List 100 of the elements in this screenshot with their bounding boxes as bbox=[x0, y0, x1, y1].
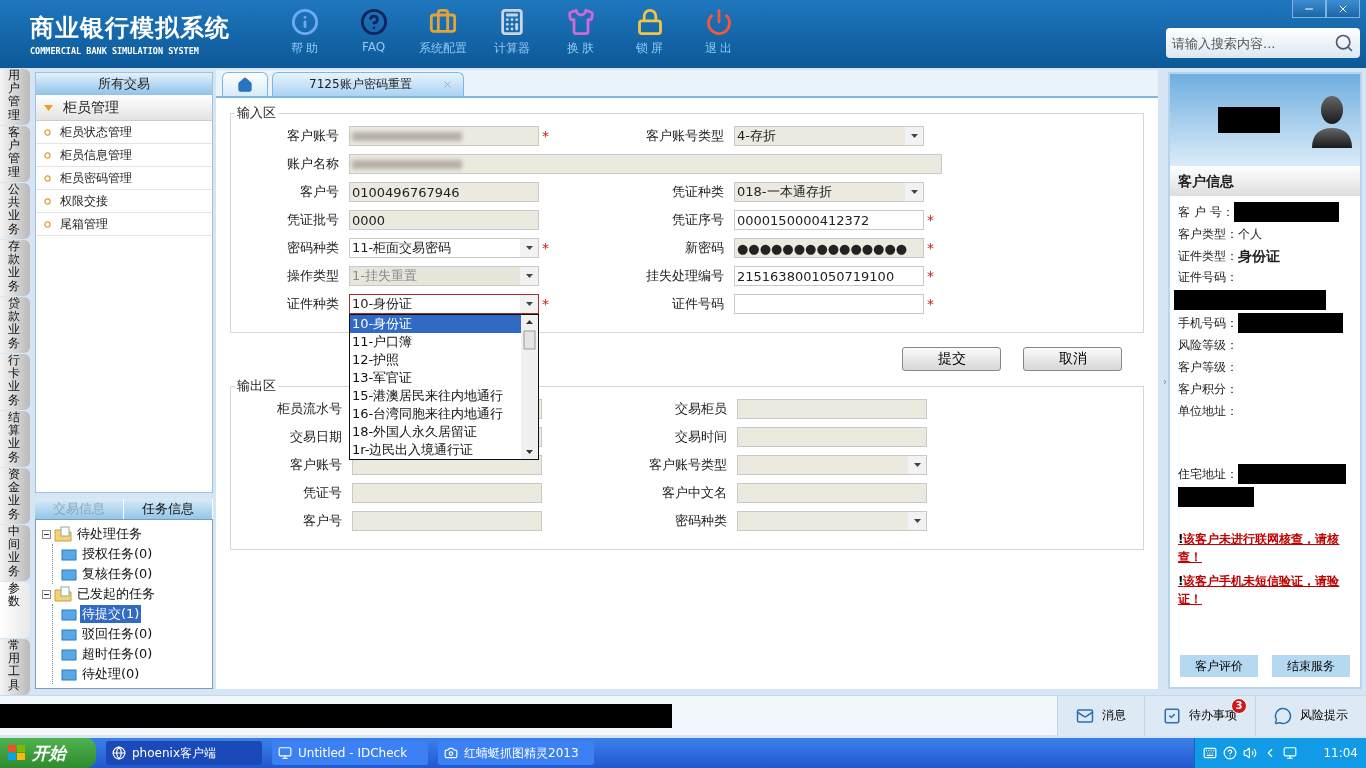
panel-tab[interactable]: 任务信息 bbox=[124, 499, 213, 519]
text-field[interactable] bbox=[352, 483, 542, 503]
text-field[interactable] bbox=[349, 126, 539, 146]
side-tab[interactable]: 公共业务 bbox=[0, 183, 30, 239]
field-label: 证件种类 bbox=[286, 295, 340, 313]
home-icon bbox=[237, 76, 253, 93]
search-icon[interactable] bbox=[1334, 33, 1354, 53]
home-tab[interactable] bbox=[222, 72, 268, 96]
document-tab[interactable]: 7125账户密码重置 bbox=[272, 72, 464, 96]
keyboard-icon[interactable] bbox=[1203, 746, 1217, 760]
text-field[interactable]: 0100496767946 bbox=[349, 182, 539, 202]
dropdown-field[interactable] bbox=[737, 455, 927, 475]
monitor-icon[interactable] bbox=[1283, 746, 1297, 760]
menu-item[interactable]: 柜员密码管理 bbox=[36, 167, 212, 190]
checkbox-icon bbox=[1163, 706, 1181, 725]
text-field[interactable]: 0000 bbox=[349, 210, 539, 230]
side-tab[interactable]: 贷款业务 bbox=[0, 297, 30, 353]
toolbar-button[interactable]: 系统配置 bbox=[408, 8, 477, 62]
scrollbar[interactable] bbox=[521, 315, 538, 459]
tree-item[interactable]: 超时任务(0) bbox=[80, 645, 155, 663]
text-field[interactable] bbox=[734, 294, 924, 314]
customer-button[interactable]: 客户评价 bbox=[1180, 655, 1258, 677]
search-field[interactable]: 请输入搜索内容... bbox=[1166, 28, 1360, 58]
tree-item[interactable]: 待处理(0) bbox=[80, 665, 142, 683]
text-field[interactable]: 2151638001050719100 bbox=[734, 266, 924, 286]
side-tab[interactable]: 参数 bbox=[0, 582, 30, 638]
close-icon[interactable] bbox=[441, 79, 453, 90]
dropdown-field[interactable]: 018-一本通存折 bbox=[734, 182, 924, 202]
menu-item[interactable]: 权限交接 bbox=[36, 190, 212, 213]
info-label: 证件类型： bbox=[1178, 248, 1238, 265]
side-tab[interactable]: 行卡业务 bbox=[0, 354, 30, 410]
dropdown-option[interactable]: 10-身份证 bbox=[350, 315, 521, 333]
side-tab[interactable]: 资金业务 bbox=[0, 468, 30, 524]
tree-item[interactable]: 待处理任务 bbox=[75, 525, 144, 543]
warning-link[interactable]: !该客户未进行联网核查，请核查！ bbox=[1178, 530, 1352, 566]
tree-item[interactable]: 复核任务(0) bbox=[80, 565, 155, 583]
taskbar-button[interactable]: phoenix客户端 bbox=[106, 741, 262, 765]
dropdown-field[interactable]: 11-柜面交易密码 bbox=[349, 238, 539, 258]
tree-item[interactable]: 驳回任务(0) bbox=[80, 625, 155, 643]
side-tab[interactable]: 存款业务 bbox=[0, 240, 30, 296]
toolbar-button[interactable]: 退 出 bbox=[684, 8, 753, 62]
toolbar-button[interactable]: FAQ bbox=[339, 8, 408, 62]
taskbar-button[interactable]: Untitled - IDCheck bbox=[272, 741, 428, 765]
field-label: 客户账号 bbox=[289, 456, 343, 474]
toolbar-button[interactable]: 锁 屏 bbox=[615, 8, 684, 62]
collapse-icon[interactable] bbox=[42, 589, 51, 599]
scroll-thumb[interactable] bbox=[521, 329, 538, 351]
menu-group[interactable]: 柜员管理 bbox=[36, 95, 212, 121]
status-button[interactable]: 消息 bbox=[1057, 695, 1144, 736]
required-mark: * bbox=[541, 128, 549, 144]
side-tab[interactable]: 常用工具 bbox=[0, 639, 30, 695]
warning-link[interactable]: !该客户手机未短信验证，请验证！ bbox=[1178, 572, 1352, 608]
bullet-icon bbox=[44, 151, 51, 159]
toolbar-button[interactable]: 换 肤 bbox=[546, 8, 615, 62]
text-field[interactable] bbox=[737, 483, 927, 503]
menu-item[interactable]: 尾箱管理 bbox=[36, 213, 212, 236]
info-value: 身份证 bbox=[1238, 247, 1280, 266]
status-button[interactable]: 风险提示 bbox=[1255, 695, 1366, 736]
side-tab[interactable]: 客户管理 bbox=[0, 126, 30, 182]
customer-button[interactable]: 结束服务 bbox=[1272, 655, 1350, 677]
tree-item[interactable]: 待提交(1) bbox=[80, 605, 142, 623]
side-tab[interactable]: 中间业务 bbox=[0, 525, 30, 581]
field-label: 交易柜员 bbox=[674, 400, 728, 418]
taskbar-button[interactable]: 红蜻蜓抓图精灵2013 bbox=[438, 741, 594, 765]
required-mark: * bbox=[926, 296, 934, 312]
side-tab[interactable]: 结算业务 bbox=[0, 411, 30, 467]
caret-icon bbox=[525, 302, 533, 306]
info-value: 个人 bbox=[1238, 226, 1262, 243]
info-icon bbox=[290, 8, 319, 36]
dropdown-field[interactable]: 4-存折 bbox=[734, 126, 924, 146]
password-field[interactable]: ●●●●●●●●●●●●●●● bbox=[734, 238, 924, 258]
close-button[interactable] bbox=[1326, 0, 1360, 18]
menu-item[interactable]: 柜员信息管理 bbox=[36, 144, 212, 167]
collapse-icon[interactable] bbox=[42, 529, 51, 539]
text-field[interactable] bbox=[352, 511, 542, 531]
text-field[interactable] bbox=[349, 154, 942, 174]
minimize-button[interactable] bbox=[1292, 0, 1326, 18]
field-label: 客户号 bbox=[299, 183, 340, 201]
volume-icon[interactable] bbox=[1243, 746, 1257, 760]
text-field[interactable] bbox=[737, 427, 927, 447]
help-icon[interactable] bbox=[1223, 746, 1237, 760]
tree-item[interactable]: 授权任务(0) bbox=[80, 545, 155, 563]
text-field[interactable]: 0000150000412372 bbox=[734, 210, 924, 230]
info-label: 单位地址： bbox=[1178, 403, 1238, 420]
info-label: 客 户 号： bbox=[1178, 203, 1234, 221]
toolbar-button[interactable]: 帮 助 bbox=[270, 8, 339, 62]
text-field[interactable] bbox=[737, 399, 927, 419]
field-label: 挂失处理编号 bbox=[645, 267, 725, 285]
briefcase-icon bbox=[428, 8, 457, 36]
action-button[interactable]: 提交 bbox=[902, 347, 1001, 371]
lock-icon bbox=[635, 8, 664, 36]
field-label: 交易日期 bbox=[289, 428, 343, 446]
windows-icon bbox=[8, 745, 26, 761]
menu-item[interactable]: 柜员状态管理 bbox=[36, 121, 212, 144]
dropdown-field[interactable] bbox=[737, 511, 927, 531]
side-tab[interactable]: 用户管理 bbox=[0, 69, 30, 125]
toolbar-button[interactable]: 计算器 bbox=[477, 8, 546, 62]
action-button[interactable]: 取消 bbox=[1023, 347, 1122, 371]
tree-item[interactable]: 已发起的任务 bbox=[75, 585, 157, 603]
field-label: 客户账号类型 bbox=[645, 127, 725, 145]
